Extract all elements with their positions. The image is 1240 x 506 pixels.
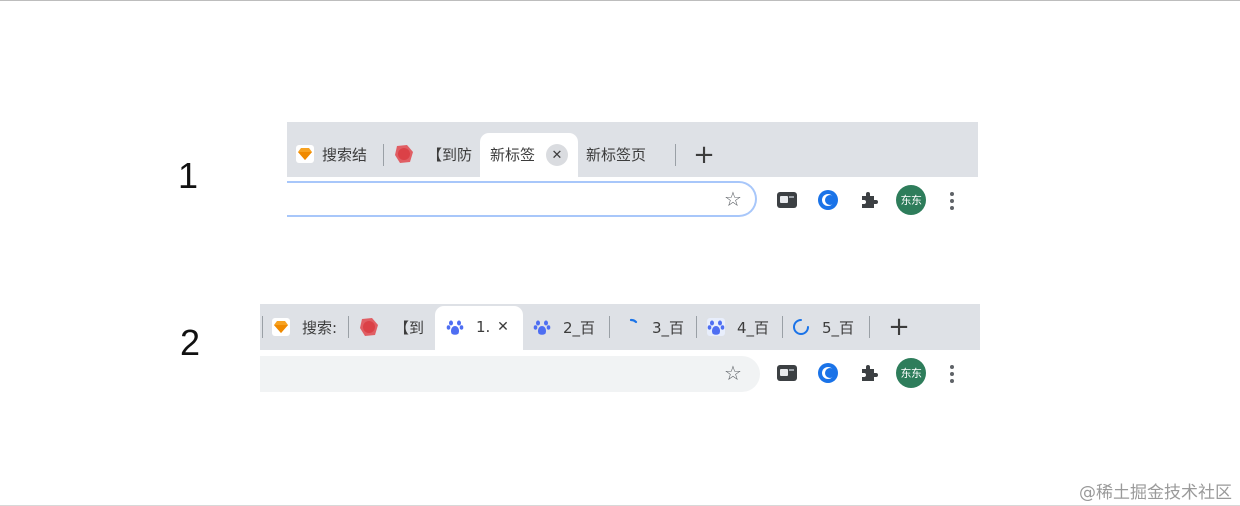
top-divider xyxy=(0,0,1240,1)
close-icon: ✕ xyxy=(497,319,509,335)
puzzle-extensions-icon[interactable] xyxy=(856,187,882,213)
watermark: @稀土掘金技术社区 xyxy=(1079,483,1232,503)
tab-baidu-3[interactable]: 3_百 xyxy=(622,315,688,339)
menu-kebab-icon[interactable] xyxy=(950,192,954,210)
new-tab-button[interactable]: + xyxy=(690,141,718,169)
figure-label-1: 1 xyxy=(178,155,199,196)
tab-active-title-wrap: 新标签 xyxy=(490,142,538,166)
tab-daofang[interactable]: 【到 xyxy=(358,315,426,339)
tab-baidu-2[interactable]: 2_百 xyxy=(533,315,601,339)
profile-avatar[interactable]: 东东 xyxy=(896,358,926,388)
bookmark-star-icon[interactable]: ☆ xyxy=(724,363,742,383)
tab-title: 2_百 xyxy=(563,318,596,337)
plus-icon: + xyxy=(888,312,910,342)
tab-separator xyxy=(348,316,349,338)
tab-separator xyxy=(782,316,783,338)
tab-separator xyxy=(609,316,610,338)
sketch-diamond-icon xyxy=(272,318,290,336)
sketch-diamond-icon xyxy=(296,145,314,163)
baidu-paw-icon xyxy=(707,318,725,336)
tab-separator xyxy=(383,144,384,166)
tab-close-button[interactable]: ✕ xyxy=(493,317,513,337)
tab-daofang[interactable]: 【到防 xyxy=(393,142,473,166)
tab-title: 1. xyxy=(476,318,490,336)
baidu-paw-icon xyxy=(446,318,464,336)
blue-c-extension-icon[interactable] xyxy=(815,187,841,213)
figure-label-2: 2 xyxy=(180,322,201,363)
blue-c-extension-icon[interactable] xyxy=(815,360,841,386)
tab-separator xyxy=(869,316,870,338)
baidu-paw-icon xyxy=(533,318,551,336)
tab-baidu-4[interactable]: 4_百 xyxy=(707,315,773,339)
tab-active-title-wrap: 1. xyxy=(446,315,490,339)
menu-kebab-icon[interactable] xyxy=(950,365,954,383)
address-bar[interactable] xyxy=(260,356,760,392)
tab-title: 5_百 xyxy=(822,318,855,337)
tab-title: 搜索结 xyxy=(322,145,368,164)
tab-separator xyxy=(262,316,263,338)
tab-separator xyxy=(675,144,676,166)
tab-close-button[interactable]: ✕ xyxy=(546,144,568,166)
tab-title: 搜索: xyxy=(302,318,338,337)
tab-search[interactable]: 搜索结 xyxy=(296,142,376,166)
puzzle-extensions-icon[interactable] xyxy=(856,360,882,386)
tab-separator xyxy=(696,316,697,338)
tab-title: 【到防 xyxy=(427,145,473,164)
new-tab-button[interactable]: + xyxy=(885,313,913,341)
plus-icon: + xyxy=(693,140,715,170)
loading-spinner-icon xyxy=(622,318,640,336)
loading-spinner-icon xyxy=(792,318,810,336)
tab-title: 新标签 xyxy=(490,145,536,164)
tab-title: 4_百 xyxy=(737,318,770,337)
close-icon: ✕ xyxy=(551,147,563,163)
tab-search[interactable]: 搜索: xyxy=(272,315,338,339)
screen-capture-extension-icon[interactable] xyxy=(774,187,800,213)
red-blob-icon xyxy=(358,316,380,338)
tab-baidu-5[interactable]: 5_百 xyxy=(792,315,860,339)
bookmark-star-icon[interactable]: ☆ xyxy=(724,189,742,209)
tab-newtab[interactable]: 新标签页 xyxy=(586,142,666,166)
address-bar[interactable] xyxy=(287,181,757,217)
screen-capture-extension-icon[interactable] xyxy=(774,360,800,386)
profile-avatar[interactable]: 东东 xyxy=(896,185,926,215)
tab-title: 3_百 xyxy=(652,318,685,337)
tab-title: 【到 xyxy=(394,318,425,337)
tab-title: 新标签页 xyxy=(586,145,647,164)
red-blob-icon xyxy=(393,143,415,165)
